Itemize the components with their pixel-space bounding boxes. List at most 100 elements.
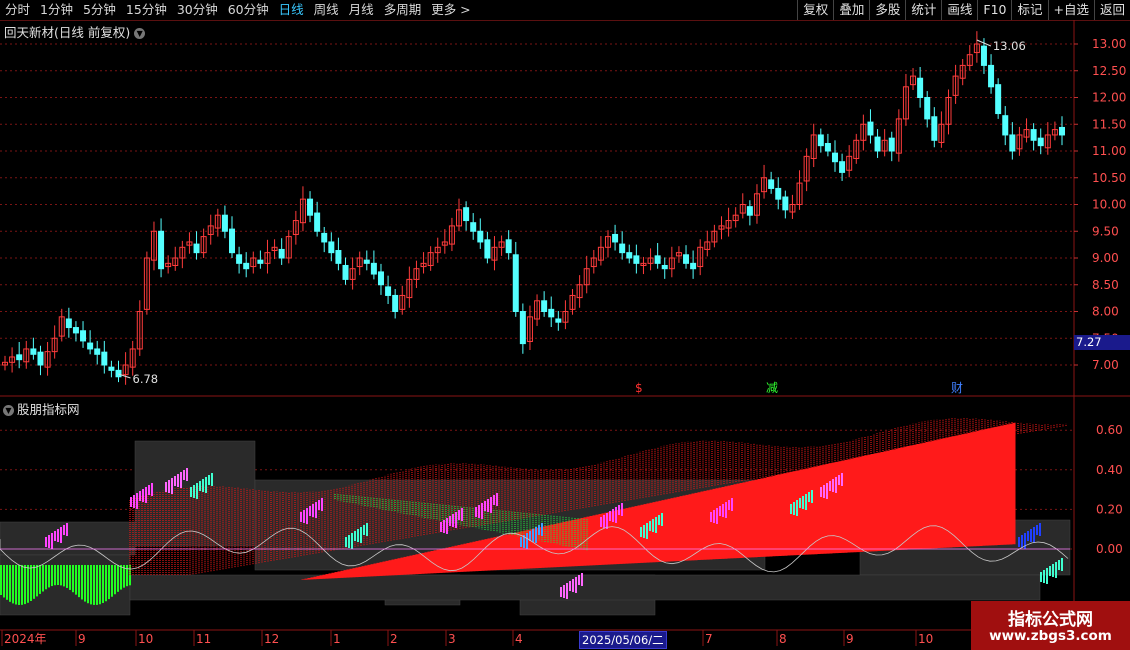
candle — [966, 45, 973, 71]
indicator-bar-green — [78, 565, 80, 598]
indicator-band — [129, 574, 1041, 601]
high-low-annotations: 13.06 6.78 — [118, 39, 1026, 386]
indicator-signal-bar — [151, 483, 153, 496]
indicator-signal-bar — [603, 515, 605, 528]
indicator-signal-bar — [621, 503, 623, 516]
indicator-signal-bar — [475, 507, 477, 517]
candle — [654, 243, 661, 269]
candle — [612, 224, 619, 251]
indicator-bar-green — [33, 565, 35, 599]
indicator-bar-green — [18, 565, 20, 605]
chevron-down-icon[interactable]: ▼ — [3, 405, 14, 416]
indicator-signal-bar — [312, 504, 314, 517]
candle-body — [321, 232, 328, 243]
candle — [65, 307, 72, 338]
candle — [640, 256, 647, 275]
candle-body — [746, 206, 753, 216]
candle — [392, 289, 399, 319]
indicator-signal-bar — [796, 500, 798, 516]
candle — [179, 240, 186, 269]
time-tick-label: 3 — [448, 632, 456, 646]
time-tick-label: 7 — [705, 632, 713, 646]
indicator-bar-green — [15, 565, 17, 605]
indicator-signal-bar — [354, 531, 356, 541]
main-chart-title[interactable]: 回天新材(日线 前复权) ▼ — [4, 22, 146, 41]
candle — [2, 355, 8, 371]
indicator-signal-bar — [190, 487, 192, 497]
candlestick-series — [2, 31, 1065, 385]
indicator-signal-bar — [54, 531, 56, 541]
indicator-title[interactable]: ▼ 股朋指标网 — [3, 399, 80, 418]
indicator-signal-bar — [716, 508, 718, 524]
indicator-signal-bar — [609, 511, 611, 521]
candle — [1002, 106, 1009, 146]
indicator-tick-label: 0.40 — [1096, 463, 1123, 477]
candle — [803, 148, 810, 192]
indicator-signal-bar — [130, 497, 132, 507]
indicator-signal-bar — [606, 513, 608, 529]
candle — [413, 260, 420, 288]
candle — [924, 91, 931, 128]
candle — [321, 226, 328, 253]
candle — [399, 285, 406, 315]
indicator-bar-green — [45, 565, 47, 590]
candle — [420, 252, 427, 274]
indicator-signal-bar — [199, 481, 201, 491]
candle-body — [1002, 115, 1009, 136]
candle — [711, 224, 718, 248]
candle-body — [988, 64, 995, 88]
indicator-signal-bar — [1046, 568, 1048, 584]
indicator-signal-bar — [136, 493, 138, 509]
candle — [23, 340, 30, 369]
indicator-bar-green — [102, 565, 104, 603]
candle — [278, 238, 285, 265]
candle — [576, 275, 583, 308]
indicator-signal-bar — [535, 527, 537, 543]
indicator-signal-bar — [560, 587, 562, 597]
price-tick-label: 12.00 — [1092, 91, 1126, 105]
candle — [952, 64, 959, 104]
indicator-signal-bar — [615, 507, 617, 523]
candle — [917, 67, 924, 108]
candle — [619, 231, 626, 260]
candle-body — [385, 286, 392, 296]
candle — [51, 325, 58, 359]
indicator-signal-bar — [63, 525, 65, 535]
indicator-bar-green — [126, 565, 128, 587]
indicator-signal-bar — [618, 505, 620, 515]
indicator-signal-bar — [646, 523, 648, 539]
indicator-signal-bar — [205, 477, 207, 493]
stock-chart[interactable]: 13.0012.5012.0011.5011.0010.5010.009.509… — [0, 0, 1130, 650]
indicator-signal-bar — [722, 504, 724, 517]
price-tick-label: 9.50 — [1092, 224, 1119, 238]
candle — [172, 246, 179, 271]
indicator-series — [0, 418, 1074, 616]
candle — [236, 246, 243, 274]
indicator-bar-green — [42, 565, 44, 592]
indicator-bar-green — [93, 565, 95, 605]
candle — [690, 250, 697, 279]
candle — [314, 201, 321, 237]
candle — [342, 257, 349, 285]
indicator-signal-bar — [612, 509, 614, 522]
indicator-bar-green — [75, 565, 77, 595]
indicator-signal-bar — [538, 525, 540, 535]
indicator-signal-bar — [461, 508, 463, 521]
indicator-signal-bar — [808, 492, 810, 502]
current-price-label: 7.27 — [1074, 335, 1130, 350]
candle — [37, 345, 44, 376]
candle-body — [839, 161, 846, 173]
candle — [264, 239, 271, 274]
candle-body — [278, 248, 285, 259]
indicator-signal-bar — [1036, 525, 1038, 535]
indicator-bar-green — [63, 565, 65, 587]
candle-body — [16, 354, 23, 361]
candle — [456, 198, 463, 232]
candle-body — [995, 84, 1002, 115]
chevron-down-icon[interactable]: ▼ — [134, 28, 146, 39]
event-marker: $ — [635, 381, 643, 395]
candle — [512, 241, 519, 317]
candle-body — [80, 330, 87, 342]
candle-body — [101, 351, 108, 366]
candle — [902, 73, 909, 126]
